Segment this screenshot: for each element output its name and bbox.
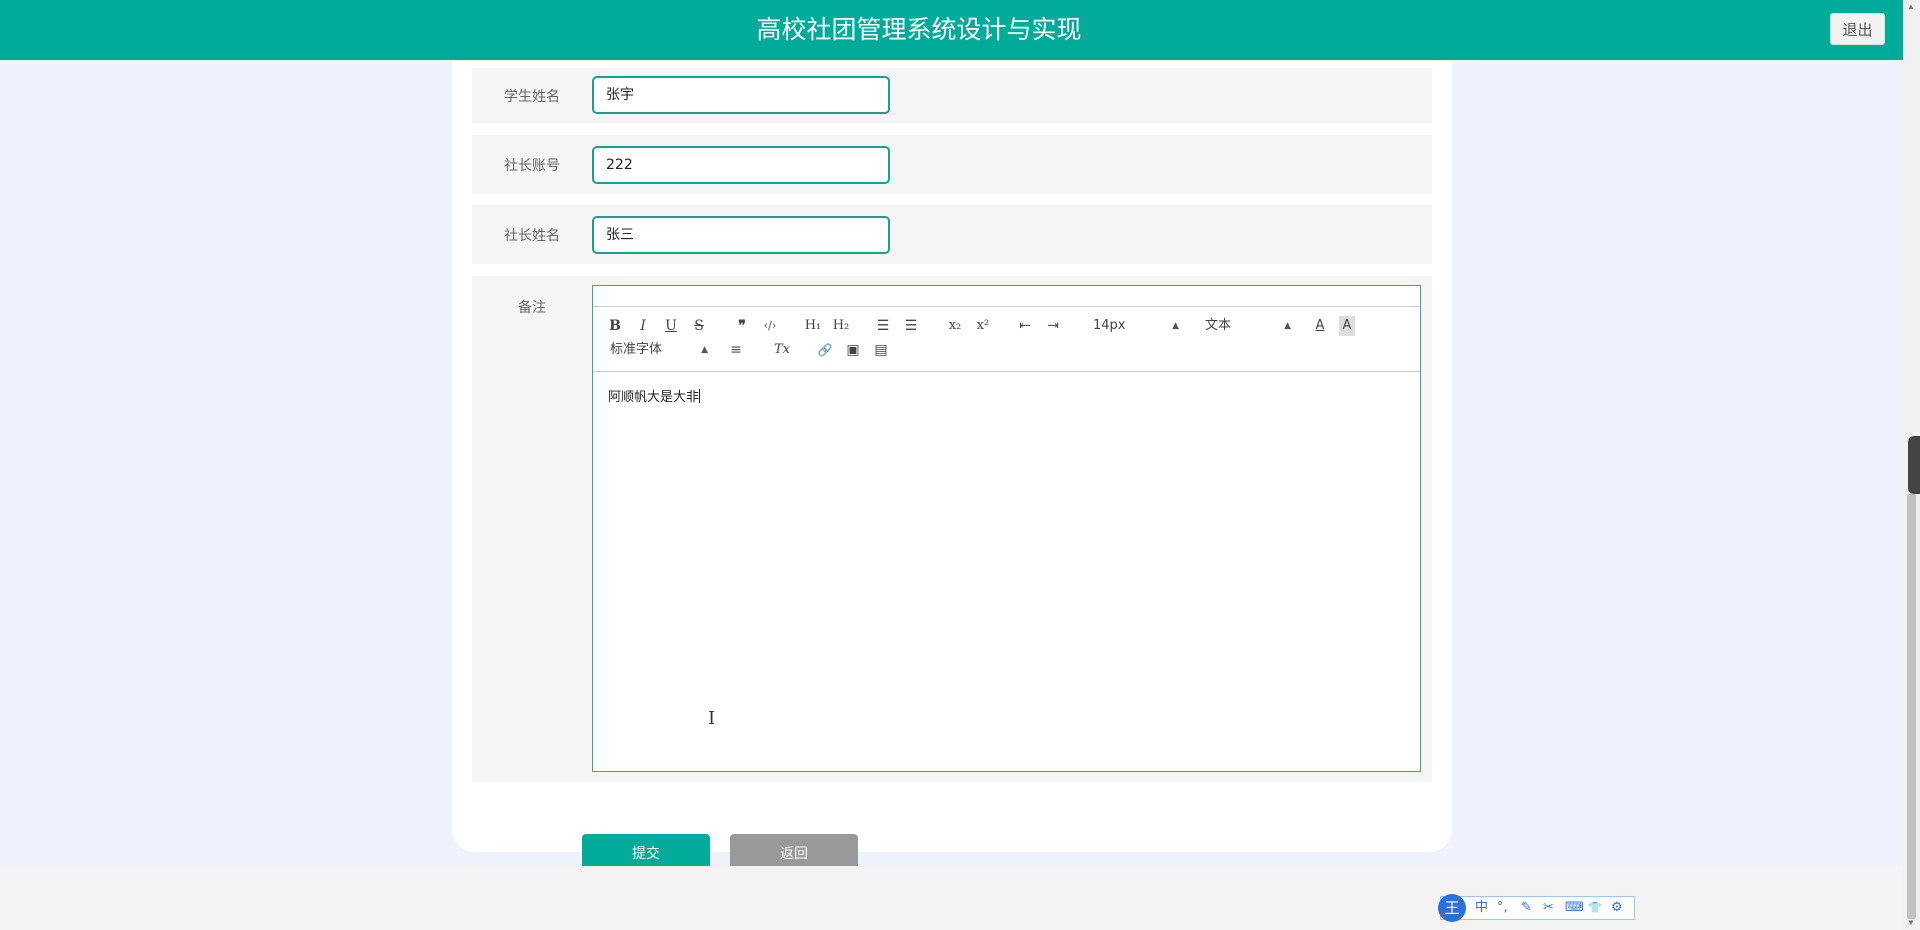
text-cursor-icon: I xyxy=(708,708,716,729)
indent-icon[interactable]: ⇥ xyxy=(1044,316,1062,336)
header-select[interactable]: 文本 ▲ xyxy=(1205,316,1291,336)
side-widget-tab[interactable] xyxy=(1908,436,1920,494)
ime-language-icon[interactable]: 中 xyxy=(1475,898,1488,918)
app-title: 高校社团管理系统设计与实现 xyxy=(756,15,1082,44)
clear-format-icon[interactable]: Tx xyxy=(773,340,791,360)
header-2-icon[interactable]: H₂ xyxy=(831,316,851,336)
ime-skin-icon[interactable]: 👕 xyxy=(1588,898,1602,918)
text-caret xyxy=(699,389,701,403)
scroll-down-arrow-icon[interactable]: ▼ xyxy=(1907,918,1915,927)
form-row-president-name: 社长姓名 张三 xyxy=(472,205,1432,264)
blockquote-icon[interactable]: ❞ xyxy=(733,316,751,336)
font-family-select[interactable]: 标准字体 ▲ xyxy=(610,340,708,360)
form-row-student-name: 学生姓名 张宇 xyxy=(472,68,1432,123)
ime-settings-icon[interactable]: ⚙ xyxy=(1611,898,1623,918)
code-block-icon[interactable]: ‹/› xyxy=(759,316,781,336)
font-size-value: 14px xyxy=(1093,318,1126,333)
form-card: 学生姓名 张宇 社长账号 222 社长姓名 张三 备注 B I U S ❞ ‹/… xyxy=(452,40,1452,874)
editor-content-text: 阿顺帆大是大非 xyxy=(608,390,700,405)
editor-toolbar: B I U S ❞ ‹/› H₁ H₂ ☰ ☰ x₂ x² ⇤ ⇥ 14px ▲ xyxy=(593,306,1420,372)
video-icon[interactable]: ▤ xyxy=(872,340,890,360)
ime-scissors-icon[interactable]: ✂ xyxy=(1543,898,1554,918)
ime-keyboard-icon[interactable]: ⌨ xyxy=(1565,898,1584,918)
student-name-input[interactable]: 张宇 xyxy=(592,76,890,114)
outdent-icon[interactable]: ⇤ xyxy=(1016,316,1034,336)
logout-button[interactable]: 退出 xyxy=(1830,13,1885,45)
rich-text-editor: B I U S ❞ ‹/› H₁ H₂ ☰ ☰ x₂ x² ⇤ ⇥ 14px ▲ xyxy=(592,285,1421,772)
president-account-label: 社长账号 xyxy=(504,158,560,174)
ime-pen-icon[interactable]: ✎ xyxy=(1521,898,1532,918)
ordered-list-icon[interactable]: ☰ xyxy=(874,316,892,336)
font-size-select[interactable]: 14px ▲ xyxy=(1093,316,1179,336)
superscript-icon[interactable]: x² xyxy=(973,316,993,336)
strikethrough-icon[interactable]: S xyxy=(691,316,707,336)
subscript-icon[interactable]: x₂ xyxy=(945,316,965,336)
ime-toolbar[interactable]: 王 中 °, ✎ ✂ ⌨ 👕 ⚙ xyxy=(1438,894,1635,922)
align-icon[interactable]: ≡ xyxy=(727,340,745,360)
header-1-icon[interactable]: H₁ xyxy=(803,316,823,336)
app-header: 高校社团管理系统设计与实现 退出 xyxy=(0,0,1903,60)
editor-top-strip xyxy=(593,286,1420,307)
form-row-president-account: 社长账号 222 xyxy=(472,135,1432,194)
font-color-icon[interactable]: A xyxy=(1312,316,1328,336)
editor-content[interactable]: 阿顺帆大是大非 xyxy=(608,386,701,405)
bold-icon[interactable]: B xyxy=(607,316,623,336)
bullet-list-icon[interactable]: ☰ xyxy=(902,316,920,336)
italic-icon[interactable]: I xyxy=(635,316,651,336)
select-arrows-icon: ▲ xyxy=(1284,321,1291,331)
president-account-input[interactable]: 222 xyxy=(592,146,890,184)
scroll-up-arrow-icon[interactable]: ▲ xyxy=(1907,2,1915,11)
select-arrows-icon: ▲ xyxy=(1172,321,1179,331)
scrollbar-thumb[interactable] xyxy=(1907,494,1916,919)
link-icon[interactable]: 🔗 xyxy=(816,340,834,360)
president-name-input[interactable]: 张三 xyxy=(592,216,890,254)
background-color-icon[interactable]: A xyxy=(1339,316,1355,336)
header-select-value: 文本 xyxy=(1205,318,1232,333)
ime-logo-icon[interactable]: 王 xyxy=(1438,894,1466,922)
image-icon[interactable]: ▣ xyxy=(844,340,862,360)
select-arrows-icon: ▲ xyxy=(701,345,708,355)
ime-punctuation-icon[interactable]: °, xyxy=(1497,898,1508,918)
remark-label: 备注 xyxy=(518,300,546,316)
form-row-remark: 备注 B I U S ❞ ‹/› H₁ H₂ ☰ ☰ x₂ x² ⇤ ⇥ 14p… xyxy=(472,276,1432,782)
president-name-label: 社长姓名 xyxy=(504,228,560,244)
student-name-label: 学生姓名 xyxy=(504,89,560,105)
font-family-value: 标准字体 xyxy=(610,342,663,357)
underline-icon[interactable]: U xyxy=(663,316,679,336)
